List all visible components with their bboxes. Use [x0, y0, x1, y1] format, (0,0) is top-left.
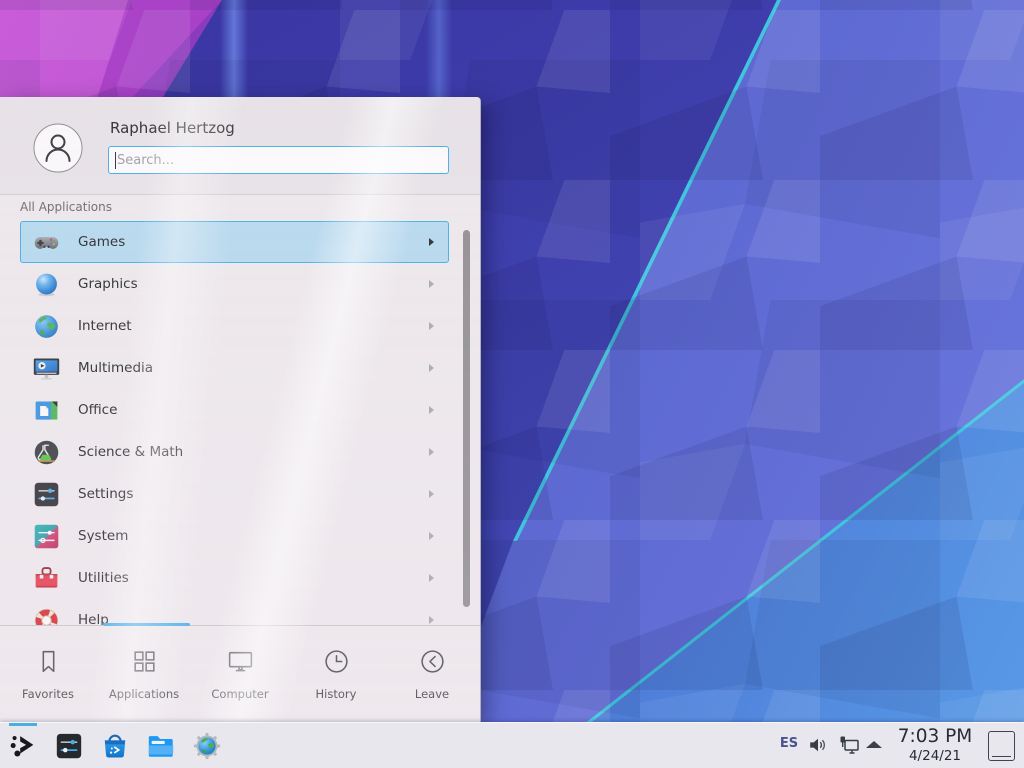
category-label: Graphics: [78, 276, 138, 292]
category-label: Games: [78, 234, 125, 250]
category-item-utilities[interactable]: Utilities: [20, 557, 449, 599]
graphics-icon: [31, 269, 61, 299]
history-icon: [322, 647, 351, 680]
submenu-arrow-icon: [429, 322, 434, 330]
taskbar-file-manager-icon[interactable]: [145, 730, 177, 762]
launcher-header: Raphael Hertzog: [0, 97, 480, 195]
utilities-icon: [31, 563, 61, 593]
taskbar-app-launcher-icon[interactable]: [7, 730, 39, 762]
multimedia-icon: [31, 353, 61, 383]
keyboard-layout-indicator[interactable]: ES: [776, 736, 802, 751]
category-label: System: [78, 528, 128, 544]
submenu-arrow-icon: [429, 616, 434, 624]
settings-icon: [31, 479, 61, 509]
help-icon: [31, 605, 61, 625]
show-desktop-button[interactable]: [988, 731, 1015, 761]
clock-time: 7:03 PM: [891, 725, 979, 749]
leave-icon: [418, 647, 447, 680]
submenu-arrow-icon: [429, 490, 434, 498]
category-label: Office: [78, 402, 117, 418]
avatar[interactable]: [33, 123, 83, 173]
section-label: All Applications: [20, 200, 112, 214]
science-icon: [31, 437, 61, 467]
system-icon: [31, 521, 61, 551]
category-label: Multimedia: [78, 360, 153, 376]
tab-label: History: [316, 687, 357, 701]
category-label: Science & Math: [78, 444, 183, 460]
tab-label: Favorites: [22, 687, 74, 701]
user-name: Raphael Hertzog: [110, 119, 235, 137]
category-item-games[interactable]: Games: [20, 221, 449, 263]
desktop: Raphael Hertzog All Applications Games G…: [0, 0, 1024, 768]
submenu-arrow-icon: [429, 532, 434, 540]
tab-computer[interactable]: Computer: [192, 626, 288, 722]
clock-date: 4/24/21: [891, 749, 979, 764]
tab-applications[interactable]: Applications: [96, 626, 192, 722]
submenu-arrow-icon: [429, 574, 434, 582]
expand-tray-icon[interactable]: [866, 741, 882, 748]
category-item-multimedia[interactable]: Multimedia: [20, 347, 449, 389]
submenu-arrow-icon: [429, 448, 434, 456]
category-item-system[interactable]: System: [20, 515, 449, 557]
category-item-help[interactable]: Help: [20, 599, 449, 625]
scrollbar-thumb[interactable]: [463, 230, 470, 607]
submenu-arrow-icon: [429, 406, 434, 414]
office-icon: [31, 395, 61, 425]
tab-history[interactable]: History: [288, 626, 384, 722]
category-item-settings[interactable]: Settings: [20, 473, 449, 515]
games-icon: [31, 227, 61, 257]
category-item-graphics[interactable]: Graphics: [20, 263, 449, 305]
applications-icon: [130, 647, 159, 680]
tab-label: Leave: [415, 687, 449, 701]
volume-icon[interactable]: [807, 734, 829, 760]
category-item-office[interactable]: Office: [20, 389, 449, 431]
clock[interactable]: 7:03 PM 4/24/21: [891, 725, 979, 764]
category-label: Internet: [78, 318, 132, 334]
category-item-science-math[interactable]: Science & Math: [20, 431, 449, 473]
network-icon[interactable]: [837, 733, 861, 761]
favorites-icon: [34, 647, 63, 680]
computer-icon: [226, 647, 255, 680]
internet-icon: [31, 311, 61, 341]
submenu-arrow-icon: [429, 238, 434, 246]
tab-favorites[interactable]: Favorites: [0, 626, 96, 722]
submenu-arrow-icon: [429, 280, 434, 288]
text-caret: [115, 152, 116, 169]
taskbar-system-settings-icon[interactable]: [53, 730, 85, 762]
search-field[interactable]: [108, 146, 449, 174]
active-task-indicator: [9, 723, 37, 726]
taskbar-discover-icon[interactable]: [99, 730, 131, 762]
search-input[interactable]: [109, 147, 448, 173]
tab-label: Computer: [211, 687, 268, 701]
taskbar-app-icons: [7, 723, 223, 768]
submenu-arrow-icon: [429, 364, 434, 372]
taskbar-web-browser-icon[interactable]: [191, 730, 223, 762]
category-item-internet[interactable]: Internet: [20, 305, 449, 347]
category-label: Settings: [78, 486, 133, 502]
category-list: Games Graphics Internet Multimedia Offic…: [20, 221, 449, 625]
tab-label: Applications: [109, 687, 179, 701]
taskbar: ES 7:03 PM 4/24/21: [0, 722, 1024, 768]
launcher-tabbar: Favorites Applications Computer History …: [0, 626, 481, 722]
application-launcher-menu: Raphael Hertzog All Applications Games G…: [0, 97, 481, 722]
category-label: Utilities: [78, 570, 129, 586]
tab-leave[interactable]: Leave: [384, 626, 480, 722]
